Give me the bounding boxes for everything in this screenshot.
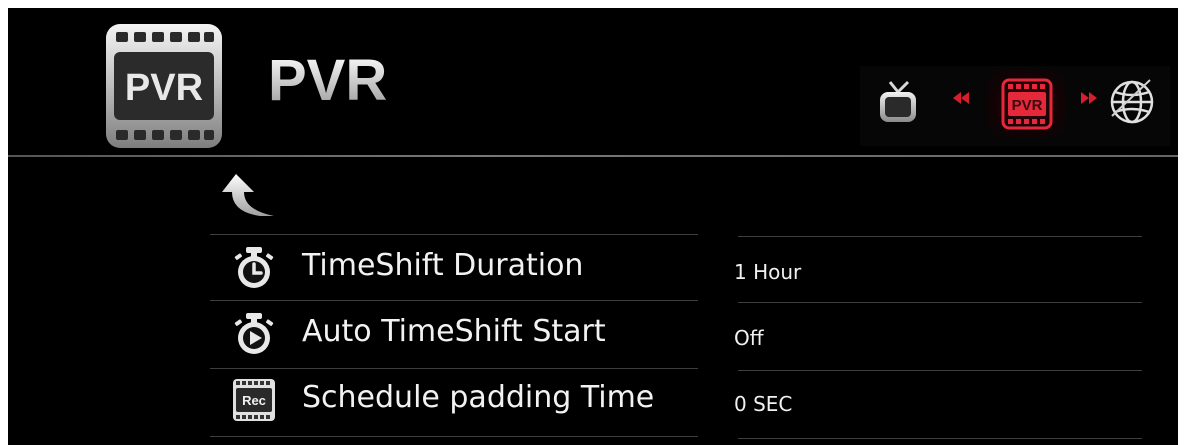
row-value[interactable]: 0 SEC [734,392,792,416]
row-divider [210,234,698,235]
rec-icon-label: Rec [242,393,266,408]
menu-row-schedule-padding-time[interactable]: Rec Schedule padding Time 0 SEC [210,368,1142,434]
rec-film-icon: Rec [233,379,275,421]
row-value[interactable]: Off [734,326,764,350]
tv-icon[interactable] [878,80,918,126]
pvr-icon[interactable]: PVR [1001,78,1053,130]
row-divider [738,438,1142,439]
header-divider [8,155,1178,157]
pvr-settings-screen: PVR PVR PVR TimeShift Duration 1 Hour Au… [8,8,1178,445]
next-icon[interactable] [1080,92,1098,104]
stopwatch-play-icon [234,313,274,354]
globe-icon[interactable] [1102,72,1162,132]
pvr-icon-label: PVR [1012,97,1043,114]
menu-row-timeshift-duration[interactable]: TimeShift Duration 1 Hour [210,236,1142,302]
app-icon-label: PVR [125,67,203,109]
pvr-film-icon: PVR [106,24,222,148]
prev-icon[interactable] [952,92,970,104]
menu-row-auto-timeshift-start[interactable]: Auto TimeShift Start Off [210,302,1142,368]
back-arrow-icon[interactable] [220,172,276,220]
row-divider [210,436,698,437]
row-label: TimeShift Duration [302,248,584,283]
page-title: PVR [268,48,388,113]
stopwatch-clock-icon [234,247,274,288]
row-label: Schedule padding Time [302,380,655,415]
row-value[interactable]: 1 Hour [734,260,801,284]
row-label: Auto TimeShift Start [302,314,606,349]
